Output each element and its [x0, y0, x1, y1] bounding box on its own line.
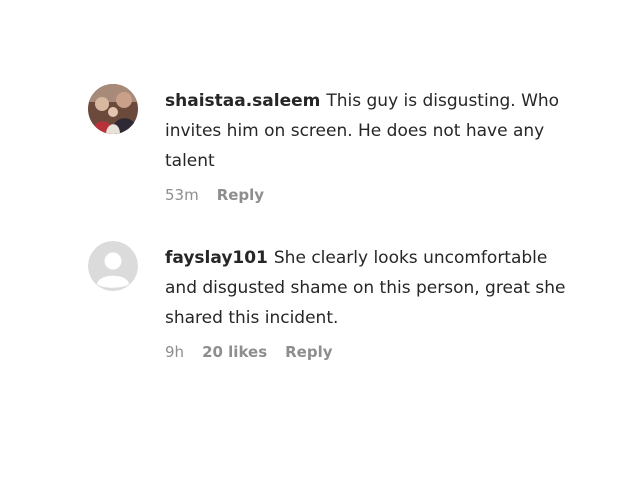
- reply-button[interactable]: Reply: [217, 185, 264, 205]
- likes-count[interactable]: 20 likes: [202, 342, 267, 362]
- comment-timestamp[interactable]: 53m: [165, 185, 199, 205]
- reply-button[interactable]: Reply: [285, 342, 332, 362]
- comment-meta: 53m Reply: [165, 185, 575, 205]
- comment-username[interactable]: shaistaa.saleem: [165, 91, 320, 111]
- profile-photo-icon: [88, 84, 138, 134]
- avatar[interactable]: [88, 241, 138, 291]
- comments-page: { "comments": [ { "username": "shaistaa.…: [0, 0, 640, 480]
- comment-body: fayslay101 She clearly looks uncomfortabl…: [165, 243, 575, 362]
- avatar[interactable]: [88, 84, 138, 134]
- comment-body: shaistaa.saleem This guy is disgusting. W…: [165, 86, 575, 205]
- comment-timestamp[interactable]: 9h: [165, 342, 184, 362]
- comment-username[interactable]: fayslay101: [165, 248, 268, 268]
- default-avatar-icon: [88, 241, 138, 291]
- comment-meta: 9h 20 likes Reply: [165, 342, 575, 362]
- comment-text-block: shaistaa.saleem This guy is disgusting. W…: [165, 86, 575, 176]
- comment-text-block: fayslay101 She clearly looks uncomfortabl…: [165, 243, 575, 333]
